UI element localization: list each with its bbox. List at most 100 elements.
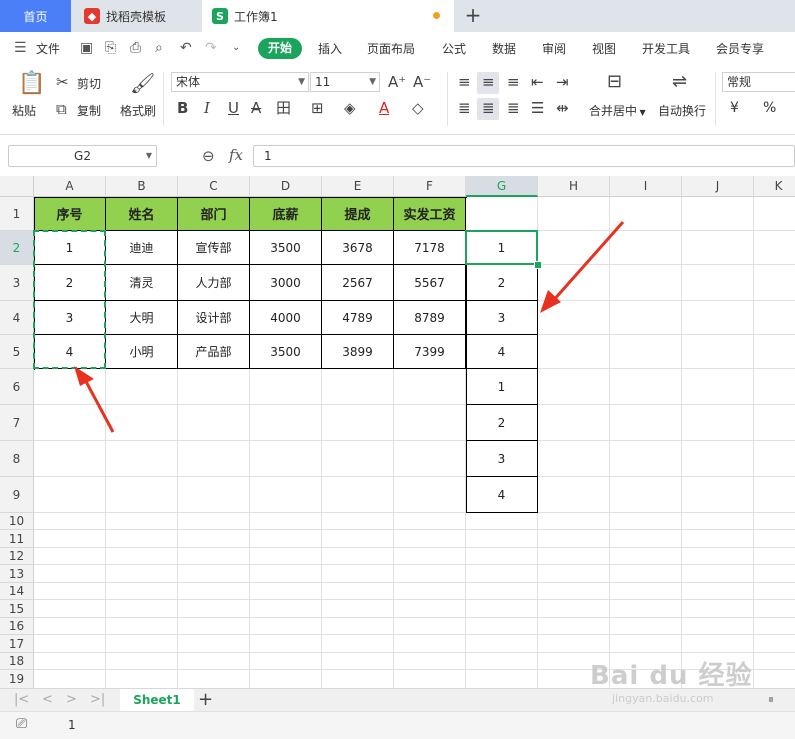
menu-insert[interactable]: 插入 (318, 40, 342, 57)
justify-icon[interactable]: ☰ (531, 100, 544, 116)
unsaved-dot-icon (433, 12, 440, 19)
name-box-value: G2 (74, 149, 91, 163)
undo-icon[interactable]: ↶ (180, 41, 194, 55)
caret-down-icon: ▼ (145, 151, 152, 160)
add-sheet-button[interactable]: + (198, 689, 213, 710)
font-size-select[interactable]: 11 ▼ (310, 72, 380, 92)
print-preview-icon[interactable]: ⌕ (155, 41, 169, 55)
new-tab-button[interactable]: + (462, 4, 484, 26)
font-color-icon[interactable]: A (379, 100, 389, 116)
menu-member[interactable]: 会员专享 (716, 40, 764, 57)
eraser-icon[interactable]: ◇ (412, 100, 424, 116)
formula-bar: G2 ▼ ⊖ fx 1 (0, 140, 795, 172)
sheet-tab-sheet1[interactable]: Sheet1 (120, 689, 194, 712)
fill-pattern-icon[interactable]: ⊞ (311, 100, 324, 116)
menu-review[interactable]: 审阅 (542, 40, 566, 57)
print-icon[interactable]: ⎙ (130, 41, 144, 55)
merge-center-label: 合并居中 (589, 104, 638, 118)
font-shrink-icon[interactable]: A⁻ (413, 74, 431, 90)
annotation-arrows (74, 221, 625, 433)
border-icon[interactable]: 田 (276, 100, 291, 116)
ribbon-divider (715, 72, 716, 126)
menu-start[interactable]: 开始 (258, 38, 302, 59)
align-right-icon[interactable]: ≣ (507, 100, 520, 116)
prev-sheet-icon[interactable]: < (42, 692, 53, 707)
export-icon[interactable]: ⎘ (105, 41, 119, 55)
menu-data[interactable]: 数据 (492, 40, 516, 57)
tab-home[interactable]: 首页 (0, 0, 71, 32)
ribbon-divider (447, 72, 448, 126)
tab-template[interactable]: ◆ 找稻壳模板 (72, 0, 201, 32)
ribbon-home: 📋 粘贴 ✂ 剪切 ⧉ 复制 🖌 格式刷 宋体 ▼ 11 ▼ A⁺ A⁻ B I U… (0, 66, 795, 135)
chevron-down-icon[interactable]: ⌄ (232, 41, 246, 55)
merge-center-button[interactable]: 合并居中 ▼ (589, 102, 646, 119)
indent-increase-icon[interactable]: ⇥ (556, 74, 569, 90)
scissors-icon[interactable]: ✂ (56, 74, 69, 90)
format-painter-button[interactable]: 格式刷 (120, 102, 156, 119)
tab-template-label: 找稻壳模板 (106, 9, 167, 24)
caret-down-icon: ▼ (369, 77, 376, 87)
name-box[interactable]: G2 ▼ (8, 145, 157, 167)
caret-down-icon: ▼ (637, 108, 646, 117)
copy-icon[interactable]: ⧉ (56, 101, 67, 117)
cut-button[interactable]: 剪切 (77, 75, 101, 92)
status-value: 1 (68, 718, 76, 732)
tab-workbook-label: 工作簿1 (234, 9, 278, 24)
wrap-text-icon[interactable]: ⇌ (672, 73, 687, 91)
tab-bar: 首页 ◆ 找稻壳模板 S 工作簿1 + (0, 0, 795, 32)
merge-center-icon[interactable]: ⊟ (607, 73, 622, 91)
arrow-to-column-a-icon (74, 366, 115, 433)
watermark-url: jingyan.baidu.com (612, 692, 714, 705)
menu-formula[interactable]: 公式 (442, 40, 466, 57)
align-middle-icon: ≡ (482, 73, 495, 91)
wrap-text-button[interactable]: 自动换行 (658, 102, 706, 119)
fx-icon[interactable]: fx (229, 146, 243, 164)
menu-bar: ☰ 文件 ▣ ⎘ ⎙ ⌕ ↶ ↷ ⌄ 开始 插入 页面布局 公式 数据 审阅 视… (0, 32, 795, 67)
hamburger-icon[interactable]: ☰ (14, 41, 28, 55)
indent-decrease-icon[interactable]: ⇤ (531, 74, 544, 90)
align-bottom-icon[interactable]: ≡ (507, 74, 520, 90)
distribute-icon[interactable]: ⇹ (556, 100, 569, 116)
italic-icon[interactable]: I (204, 100, 210, 116)
font-name-select[interactable]: 宋体 ▼ (171, 72, 309, 92)
underline-icon[interactable]: U (228, 100, 239, 116)
last-sheet-icon[interactable]: >| (90, 692, 105, 707)
watermark: Bai du 经验 jingyan.baidu.com (590, 655, 790, 715)
docer-icon: ◆ (84, 8, 100, 24)
zoom-search-icon[interactable]: ⊖ (202, 147, 215, 165)
formula-input[interactable]: 1 (253, 145, 795, 167)
strikethrough-icon[interactable]: A (251, 100, 261, 116)
ribbon-divider (163, 72, 164, 126)
status-display-icon[interactable]: ⎚ (16, 716, 27, 732)
currency-button[interactable]: ¥ (730, 100, 739, 116)
menu-file[interactable]: 文件 (36, 40, 60, 57)
number-format-select[interactable]: 常规 (722, 72, 795, 92)
redo-icon[interactable]: ↷ (205, 41, 219, 55)
align-top-icon[interactable]: ≡ (458, 74, 471, 90)
spreadsheet-grid[interactable]: ABCDEFGHIJK 1 2 3 4 5 6 7 8 9 10 11 12 13 14 15 16 17 18 1… (0, 176, 795, 689)
first-sheet-icon[interactable]: |< (14, 692, 29, 707)
spreadsheet-icon: S (212, 8, 228, 24)
align-left-icon[interactable]: ≣ (458, 100, 471, 116)
save-icon[interactable]: ▣ (80, 41, 94, 55)
menu-developer[interactable]: 开发工具 (642, 40, 690, 57)
fill-color-icon[interactable]: ◈ (344, 100, 356, 116)
paste-button[interactable]: 粘贴 (12, 102, 36, 119)
copy-button[interactable]: 复制 (77, 102, 101, 119)
number-format-value: 常规 (727, 75, 752, 89)
font-grow-icon[interactable]: A⁺ (388, 74, 406, 90)
watermark-brand: Bai du 经验 (590, 661, 753, 691)
menu-view[interactable]: 视图 (592, 40, 616, 57)
bold-icon[interactable]: B (177, 100, 188, 116)
tab-home-label: 首页 (23, 9, 48, 24)
font-name-value: 宋体 (176, 75, 201, 89)
caret-down-icon: ▼ (298, 77, 305, 87)
tab-workbook[interactable]: S 工作簿1 (202, 0, 454, 32)
paste-icon[interactable]: 📋 (18, 72, 45, 96)
next-sheet-icon[interactable]: > (66, 692, 77, 707)
menu-page-layout[interactable]: 页面布局 (367, 40, 415, 57)
font-size-value: 11 (315, 75, 331, 89)
percent-button[interactable]: % (763, 100, 776, 116)
format-painter-icon[interactable]: 🖌 (130, 72, 155, 94)
arrow-to-column-g-icon (540, 221, 625, 313)
